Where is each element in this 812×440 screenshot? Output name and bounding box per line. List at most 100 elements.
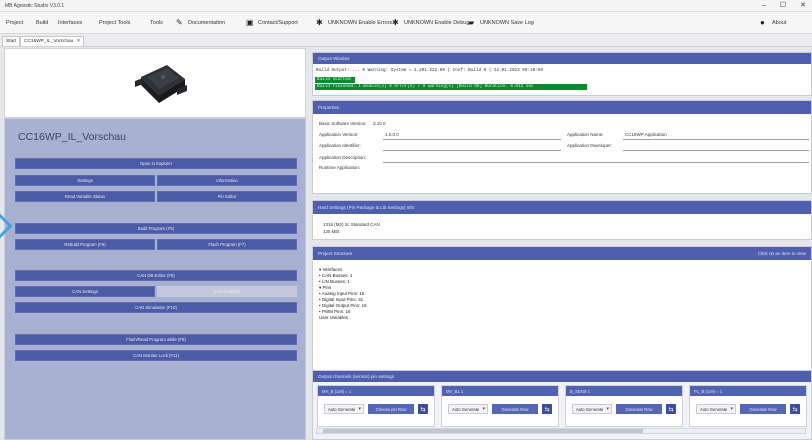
tree-item[interactable]: User Variables — [319, 315, 348, 320]
auto-generate-dropdown[interactable]: Auto Generate ▾ — [324, 404, 364, 414]
close-tab-icon[interactable]: ✕ — [76, 39, 80, 44]
properties-header: Properties — [313, 101, 811, 114]
app-name-underline — [623, 139, 809, 140]
flash-read-program-button[interactable]: Flash/Read Program while (F9) — [15, 334, 297, 345]
app-description-field[interactable] — [383, 162, 809, 163]
app-version-underline — [383, 139, 561, 140]
basic-software-label: Basic Software Version: — [319, 121, 367, 126]
build-program-button[interactable]: Build Program (F5) — [15, 223, 297, 234]
menu-build[interactable]: Build — [36, 20, 48, 26]
app-identifier-field[interactable] — [383, 150, 561, 151]
rebuild-program-button[interactable]: Rebuild Program (F6) — [15, 239, 155, 250]
swap-icon[interactable]: ⇆ — [666, 404, 676, 414]
channel-card-title: B_SENS 1 — [566, 386, 682, 396]
tree-item[interactable]: • Digital Output Pins: 16 — [319, 303, 367, 308]
menu-interfaces[interactable]: Interfaces — [58, 20, 82, 26]
chevron-down-icon: ▾ — [606, 406, 609, 412]
can-settings-button[interactable]: CAN Settings — [15, 286, 155, 297]
tree-item[interactable]: • LIN Busses: 1 — [319, 279, 350, 284]
open-in-explorer-button[interactable]: Open in Explorer — [15, 158, 297, 169]
menu-tools[interactable]: Tools — [150, 20, 163, 26]
menu-enable-errors[interactable]: UNKNOWN Enable Errors — [328, 20, 392, 26]
channel-card-title: MV_B (1x9) = 1 — [318, 386, 434, 396]
menu-save-log[interactable]: UNKNOWN Save Log — [480, 20, 534, 26]
swap-icon[interactable]: ⇆ — [790, 404, 800, 414]
tree-item[interactable]: • Digital Input Pins: 31 — [319, 297, 363, 302]
tree-item[interactable]: • PWM Pins: 16 — [319, 309, 350, 314]
hardware-line: 1316 (M2) 2c Standard CAN — [323, 222, 380, 227]
swap-icon[interactable]: ⇆ — [542, 404, 552, 414]
menu-project[interactable]: Project — [6, 20, 23, 26]
log-line: Build Output: ... 0 Warning: System = 1.… — [316, 68, 543, 73]
tab-label: CC16WP_IL_Vorschau — [24, 39, 74, 44]
chevron-down-icon: ▾ — [358, 406, 361, 412]
project-structure-header: Project Structure Click on an item to vi… — [313, 247, 811, 260]
window-titlebar: MB Agnostic Studio V3.0.1 – ☐ ✕ — [0, 0, 812, 12]
close-window-button[interactable]: ✕ — [800, 2, 806, 10]
device-image-box — [4, 48, 306, 118]
project-structure-panel: Project Structure Click on an item to vi… — [312, 246, 812, 374]
channel-card-title: PL_B (1x9) = 1 — [690, 386, 806, 396]
tree-item[interactable]: • Analog Input Pins: 16 — [319, 291, 364, 296]
menu-contact-support[interactable]: Contact/Support — [258, 20, 298, 26]
app-description-label: Application Description: — [319, 155, 367, 160]
menu-about[interactable]: About — [772, 20, 786, 26]
app-name-field[interactable]: CC16WP Application — [625, 132, 667, 137]
info-icon: ● — [760, 18, 765, 27]
swap-icon[interactable]: ⇆ — [418, 404, 428, 414]
app-developer-field[interactable] — [623, 150, 809, 151]
generate-row-button[interactable]: Generate Row — [616, 404, 662, 414]
channel-card: PL_B (1x9) = 1 Auto Generate ▾ Generate R… — [689, 385, 807, 427]
flash-program-button[interactable]: Flash Program (F7) — [157, 239, 297, 250]
generate-row-button[interactable]: Generate Row — [740, 404, 786, 414]
can-monitor-lock-button[interactable]: CAN Monitor Lock (F11) — [15, 350, 297, 361]
output-window-header: Output Window — [313, 53, 811, 64]
output-channels-header: Output channels (sensor) pin settings — [313, 371, 811, 382]
hardware-line: 125 kBit — [323, 229, 340, 234]
folder-icon: ▰ — [468, 18, 475, 27]
bug-icon: ✱ — [392, 18, 399, 27]
gear-icon: ✱ — [316, 18, 323, 27]
runtime-label: Runtime Application: — [319, 165, 361, 170]
document-tabs: Start CC16WP_IL_Vorschau ✕ — [0, 34, 812, 47]
can-db-editor-button[interactable]: CAN DB Editor (F8) — [15, 270, 297, 281]
dropdown-value: Auto Generate — [700, 407, 728, 412]
generate-row-button[interactable]: Generate Row — [492, 404, 538, 414]
chevron-down-icon: ▾ — [482, 406, 485, 412]
auto-generate-dropdown[interactable]: Auto Generate ▾ — [448, 404, 488, 414]
menu-project-tools[interactable]: Project Tools — [99, 20, 130, 26]
channel-card: B_SENS 1 Auto Generate ▾ Generate Row ⇆ — [565, 385, 683, 427]
tree-item[interactable]: • CAN Busses: 1 — [319, 273, 352, 278]
generate-row-button[interactable]: Choose pin Row — [368, 404, 414, 414]
book-icon: ✎ — [176, 18, 183, 27]
information-button[interactable]: Information — [157, 175, 297, 186]
scrollbar-thumb[interactable] — [323, 429, 643, 433]
menu-enable-debug[interactable]: UNKNOWN Enable Debug — [404, 20, 469, 26]
horizontal-scrollbar[interactable] — [316, 428, 806, 434]
maximize-button[interactable]: ☐ — [780, 2, 786, 10]
right-panel: Output Window Build Output: ... 0 Warnin… — [312, 48, 812, 440]
tab-start[interactable]: Start — [2, 36, 21, 46]
app-name-label: Application Name: — [567, 132, 604, 137]
settings-button[interactable]: Settings — [15, 175, 155, 186]
auto-generate-dropdown[interactable]: Auto Generate ▾ — [696, 404, 736, 414]
hardware-settings-header: Hard Settings (Pin Package & Lib Setting… — [313, 201, 811, 214]
app-version-field[interactable]: 1.0.0.0 — [385, 132, 399, 137]
pin-editor-button[interactable]: Pin Editor — [157, 191, 297, 202]
properties-panel: Properties Basic Software Version: 3.10.… — [312, 100, 812, 194]
hardware-settings-panel: Hard Settings (Pin Package & Lib Setting… — [312, 200, 812, 240]
auto-generate-dropdown[interactable]: Auto Generate ▾ — [572, 404, 612, 414]
tab-cc16wp[interactable]: CC16WP_IL_Vorschau ✕ — [20, 36, 85, 46]
controller-device-image — [135, 65, 187, 103]
device-title: CC16WP_IL_Vorschau — [18, 131, 126, 143]
can-simulation-button[interactable]: CAN Simulation (F10) — [15, 302, 297, 313]
dropdown-value: Auto Generate — [576, 407, 604, 412]
read-variable-status-button[interactable]: Read Variable Status — [15, 191, 155, 202]
project-structure-hint: Click on an item to view — [757, 251, 806, 256]
channel-card: MV_B1 1 Auto Generate ▾ Generate Row ⇆ — [441, 385, 559, 427]
chevron-down-icon: ▾ — [730, 406, 733, 412]
menu-documentation[interactable]: Documentation — [188, 20, 225, 26]
window-controls: – ☐ ✕ — [762, 2, 806, 10]
app-identifier-label: Application Identifier: — [319, 143, 361, 148]
minimize-button[interactable]: – — [762, 2, 766, 10]
